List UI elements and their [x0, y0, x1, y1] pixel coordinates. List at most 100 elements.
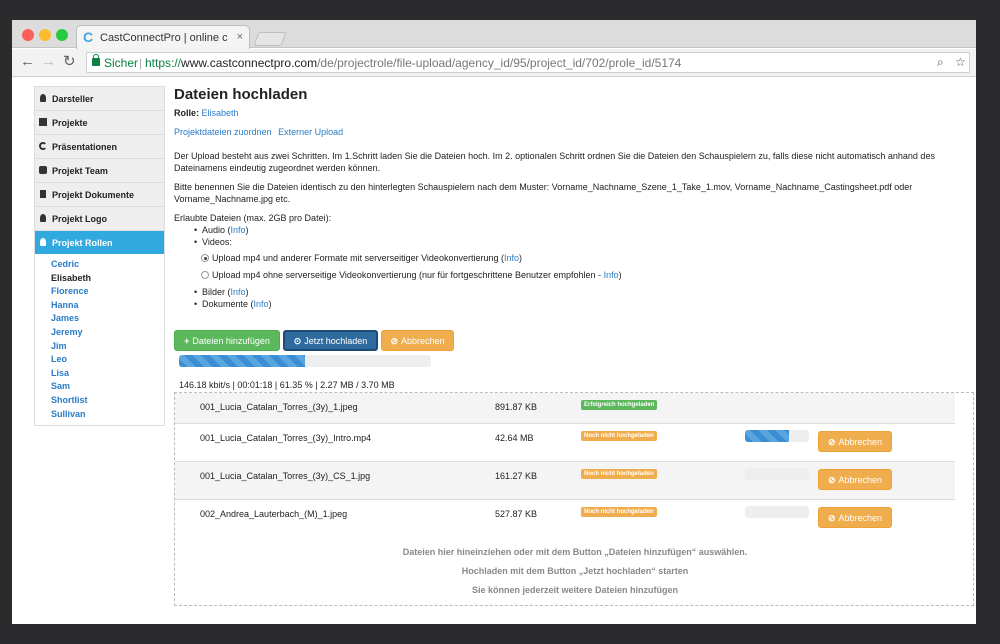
cancel-file-button[interactable]: ⊘ Abbrechen: [818, 507, 892, 528]
file-dropzone[interactable]: 001_Lucia_Catalan_Torres_(3y)_1.jpeg 891.…: [174, 392, 974, 606]
close-tab-icon[interactable]: ×: [237, 31, 243, 43]
images-info-link[interactable]: Info: [231, 287, 246, 297]
audio-label: Audio: [202, 225, 226, 235]
address-bar[interactable]: Sicher | https://www.castconnectpro.com/…: [86, 52, 970, 73]
documents-info-link[interactable]: Info: [254, 299, 269, 309]
status-badge: Noch nicht hochgeladen: [581, 507, 657, 517]
file-progress-bar: [745, 506, 809, 518]
button-label: Abbrechen: [838, 513, 883, 523]
sidebar-item-projekt-team[interactable]: Projekt Team: [35, 158, 164, 182]
sidebar-item-projekte[interactable]: Projekte: [35, 110, 164, 134]
grid-icon: [39, 118, 47, 126]
forward-icon[interactable]: →: [41, 54, 56, 70]
sidebar-item-label: Darsteller: [52, 94, 94, 104]
role-link-shortlist[interactable]: Shortlist: [35, 394, 164, 408]
cancel-circle-icon: ⊘: [827, 475, 836, 485]
maximize-window-button[interactable]: [56, 29, 68, 41]
role-link-florence[interactable]: Florence: [35, 285, 164, 299]
list-item: Videos:: [174, 236, 249, 249]
role-link-elisabeth[interactable]: Elisabeth: [35, 272, 164, 286]
add-files-button[interactable]: + Dateien hinzufügen: [174, 330, 280, 351]
role-value-link[interactable]: Elisabeth: [202, 108, 239, 118]
page-content: Darsteller Projekte Präsentationen Proje…: [12, 78, 976, 624]
sidebar-item-darsteller[interactable]: Darsteller: [35, 86, 164, 110]
url-text: https://www.castconnectpro.com/de/projec…: [145, 56, 681, 70]
description-line: Der Upload besteht aus zwei Schritten. I…: [174, 151, 935, 161]
conversion-info-link[interactable]: Info: [504, 253, 519, 263]
sidebar: Darsteller Projekte Präsentationen Proje…: [34, 86, 165, 427]
no-conversion-info-link[interactable]: Info: [604, 270, 619, 280]
audio-info-link[interactable]: Info: [231, 225, 246, 235]
upload-stats: 146.18 kbit/s | 00:01:18 | 61.35 % | 2.2…: [179, 380, 395, 390]
overall-progress-bar: [179, 355, 431, 367]
sidebar-item-projekt-rollen[interactable]: Projekt Rollen: [35, 230, 164, 254]
assign-files-link[interactable]: Projektdateien zuordnen: [174, 127, 272, 137]
sidebar-item-praesentationen[interactable]: Präsentationen: [35, 134, 164, 158]
role-link-james[interactable]: James: [35, 312, 164, 326]
radio-button-checked[interactable]: [201, 254, 209, 262]
url-path: /de/projectrole/file-upload/agency_id/95…: [317, 56, 682, 70]
minimize-window-button[interactable]: [39, 29, 51, 41]
status-badge: Erfolgreich hochgeladen: [581, 400, 658, 410]
allowed-files-list: Audio (Info) Videos:: [174, 224, 249, 249]
role-link-cedric[interactable]: Cedric: [35, 258, 164, 272]
file-progress-bar: [745, 468, 809, 480]
radio-label: Upload mp4 ohne serverseitige Videokonve…: [212, 270, 602, 280]
zoom-icon[interactable]: ⌕: [937, 55, 944, 70]
upload-now-button[interactable]: ⊙ Jetzt hochladen: [283, 330, 378, 351]
radio-option-no-conversion[interactable]: Upload mp4 ohne serverseitige Videokonve…: [201, 270, 622, 280]
external-upload-link[interactable]: Externer Upload: [278, 127, 343, 137]
file-progress-bar: [745, 430, 809, 442]
sidebar-item-label: Projekte: [52, 118, 88, 128]
role-link-sam[interactable]: Sam: [35, 380, 164, 394]
role-link-leo[interactable]: Leo: [35, 353, 164, 367]
sidebar-item-label: Projekt Logo: [52, 214, 108, 224]
dropzone-hint: Sie können jederzeit weitere Dateien hin…: [471, 585, 679, 595]
cancel-file-button[interactable]: ⊘ Abbrechen: [818, 469, 892, 490]
team-icon: [39, 166, 47, 174]
file-row: 001_Lucia_Catalan_Torres_(3y)_CS_1.jpg 16…: [175, 461, 955, 499]
role-link-hanna[interactable]: Hanna: [35, 299, 164, 313]
sidebar-item-label: Präsentationen: [52, 142, 118, 152]
sidebar-item-label: Projekt Dokumente: [52, 190, 135, 200]
cancel-file-button[interactable]: ⊘ Abbrechen: [818, 431, 892, 452]
button-label: Abbrechen: [401, 336, 445, 346]
radio-button[interactable]: [201, 271, 209, 279]
file-name: 001_Lucia_Catalan_Torres_(3y)_CS_1.jpg: [200, 471, 371, 481]
reload-icon[interactable]: ↻: [63, 54, 76, 70]
description-line: Dateinamens eindeutig zugeordnet werden …: [174, 163, 381, 173]
button-label: Dateien hinzufügen: [192, 336, 270, 346]
list-item: Bilder (Info): [174, 286, 272, 299]
file-size: 42.64 MB: [495, 433, 534, 443]
browser-tab[interactable]: C CastConnectPro | online castin ×: [76, 25, 250, 49]
close-window-button[interactable]: [22, 29, 34, 41]
file-name: 001_Lucia_Catalan_Torres_(3y)_1.jpeg: [200, 402, 358, 412]
document-icon: [40, 190, 46, 198]
role-link-jim[interactable]: Jim: [35, 340, 164, 354]
cancel-all-button[interactable]: ⊘ Abbrechen: [381, 330, 454, 351]
instructions-line: Bitte benennen Sie die Dateien identisch…: [174, 182, 913, 192]
documents-label: Dokumente: [202, 299, 249, 310]
status-badge: Noch nicht hochgeladen: [581, 469, 657, 479]
secure-label: Sicher: [104, 56, 139, 70]
new-tab-button[interactable]: [253, 32, 287, 46]
tab-title: CastConnectPro | online castin: [100, 32, 228, 44]
loading-icon: C: [83, 29, 94, 45]
back-icon[interactable]: ←: [20, 54, 35, 70]
role-link-jeremy[interactable]: Jeremy: [35, 326, 164, 340]
sidebar-item-projekt-logo[interactable]: Projekt Logo: [35, 206, 164, 230]
cancel-circle-icon: ⊘: [390, 336, 398, 346]
file-row: 002_Andrea_Lauterbach_(M)_1.jpeg 527.87 K…: [175, 499, 955, 537]
list-item: Dokumente (Info): [174, 298, 272, 311]
bookmark-star-icon[interactable]: ☆: [955, 55, 966, 69]
radio-option-conversion[interactable]: Upload mp4 und anderer Formate mit serve…: [201, 253, 522, 263]
url-separator: |: [139, 56, 143, 70]
button-label: Abbrechen: [838, 475, 883, 485]
file-name: 002_Andrea_Lauterbach_(M)_1.jpeg: [200, 509, 348, 519]
sidebar-item-projekt-dokumente[interactable]: Projekt Dokumente: [35, 182, 164, 206]
role-link-sullivan[interactable]: Sullivan: [35, 408, 164, 422]
url-host: www.castconnectpro.com: [181, 56, 318, 70]
role-link-lisa[interactable]: Lisa: [35, 367, 164, 381]
role-label: Rolle:: [174, 108, 200, 118]
file-size: 527.87 KB: [495, 509, 538, 519]
